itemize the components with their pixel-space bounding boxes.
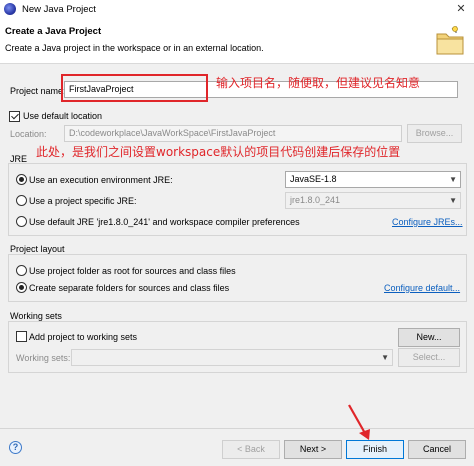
use-default-location-label: Use default location — [23, 111, 103, 121]
wizard-description: Create a Java project in the workspace o… — [5, 43, 264, 53]
title-bar: New Java Project ✕ — [0, 0, 474, 18]
window-title: New Java Project — [22, 3, 96, 15]
wizard-title: Create a Java Project — [5, 26, 102, 37]
select-working-sets-button[interactable]: Select... — [398, 348, 460, 367]
chevron-down-icon: ▼ — [449, 196, 457, 205]
jre-execution-env-select[interactable]: JavaSE-1.8 ▼ — [285, 171, 461, 188]
configure-jres-link[interactable]: Configure JREs... — [392, 217, 463, 227]
use-default-location-checkbox[interactable] — [9, 111, 20, 122]
footer-separator — [0, 428, 474, 429]
close-icon[interactable]: ✕ — [454, 2, 468, 16]
location-annotation: 此处，是我们之间设置workspace默认的项目代码创建后保存的位置 — [36, 145, 401, 159]
help-icon[interactable]: ? — [9, 441, 22, 454]
add-to-working-sets-checkbox[interactable] — [16, 331, 27, 342]
jre-default-label: Use default JRE 'jre1.8.0_241' and works… — [29, 217, 300, 227]
layout-separate-radio[interactable] — [16, 282, 27, 293]
red-arrow-annotation — [348, 404, 370, 440]
chevron-down-icon: ▼ — [381, 353, 389, 362]
browse-button[interactable]: Browse... — [407, 124, 462, 143]
jre-default-radio[interactable] — [16, 216, 27, 227]
next-button[interactable]: Next > — [284, 440, 342, 459]
chevron-down-icon: ▼ — [449, 175, 457, 184]
layout-root-radio[interactable] — [16, 265, 27, 276]
layout-separate-label: Create separate folders for sources and … — [29, 283, 230, 293]
working-sets-select[interactable]: ▼ — [71, 349, 393, 366]
project-layout-group — [8, 254, 467, 302]
jre-project-specific-select[interactable]: jre1.8.0_241 ▼ — [285, 192, 461, 209]
project-name-highlight-box — [61, 74, 208, 102]
location-label: Location: — [10, 129, 47, 139]
working-sets-group-label: Working sets — [10, 311, 62, 321]
finish-button[interactable]: Finish — [346, 440, 404, 459]
jre-project-specific-label: Use a project specific JRE: — [29, 196, 137, 206]
eclipse-icon — [4, 3, 16, 15]
working-sets-label: Working sets: — [16, 353, 71, 363]
project-name-annotation: 输入项目名，随便取，但建议见名知意 — [216, 76, 421, 90]
add-to-working-sets-label: Add project to working sets — [29, 332, 138, 342]
configure-default-link[interactable]: Configure default... — [384, 283, 460, 293]
java-project-folder-icon — [436, 26, 464, 55]
new-working-set-button[interactable]: New... — [398, 328, 460, 347]
project-name-label: Project name: — [10, 86, 66, 96]
layout-root-label: Use project folder as root for sources a… — [29, 266, 236, 276]
cancel-button[interactable]: Cancel — [408, 440, 466, 459]
wizard-header: Create a Java Project Create a Java proj… — [0, 18, 474, 64]
jre-execution-env-radio[interactable] — [16, 174, 27, 185]
project-layout-group-label: Project layout — [10, 244, 65, 254]
jre-execution-env-label: Use an execution environment JRE: — [29, 175, 173, 185]
jre-project-specific-radio[interactable] — [16, 195, 27, 206]
back-button[interactable]: < Back — [222, 440, 280, 459]
location-input[interactable]: D:\codeworkplace\JavaWorkSpace\FirstJava… — [64, 125, 402, 142]
